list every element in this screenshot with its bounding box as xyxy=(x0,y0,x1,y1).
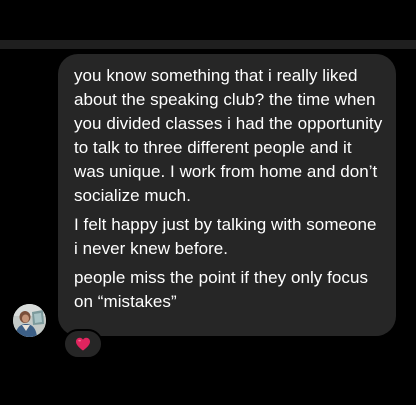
header-divider xyxy=(0,40,416,49)
avatar-photo-icon xyxy=(13,304,46,337)
message-paragraph-3: people miss the point if they only focus… xyxy=(74,268,368,311)
sender-avatar[interactable] xyxy=(13,304,46,337)
message-paragraph-1: you know something that i really liked a… xyxy=(74,66,383,205)
message-paragraph-2: I felt happy just by talking with someon… xyxy=(74,215,377,258)
reaction-badge[interactable] xyxy=(63,329,103,359)
message-bubble[interactable]: you know something that i really liked a… xyxy=(58,54,396,336)
red-heart-icon xyxy=(76,337,90,351)
